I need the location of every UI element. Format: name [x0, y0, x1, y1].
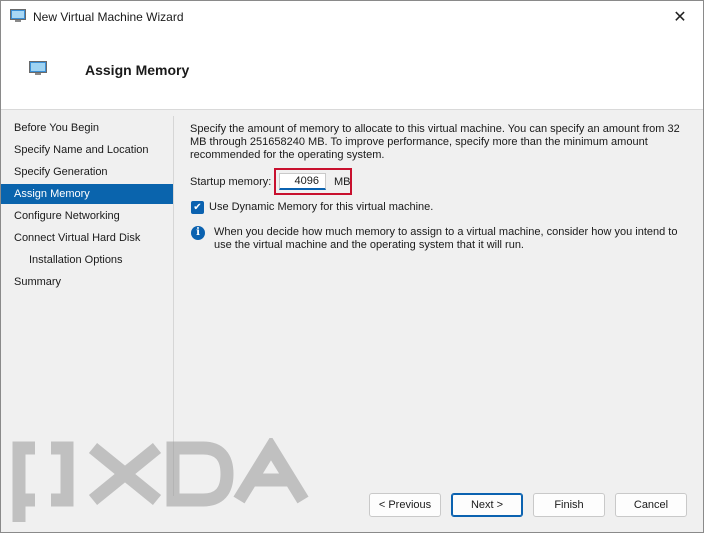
info-text: When you decide how much memory to assig…: [214, 226, 678, 251]
sidebar-item-specify-name-location[interactable]: Specify Name and Location: [1, 140, 173, 160]
startup-memory-label: Startup memory:: [190, 176, 272, 188]
sidebar-item-summary[interactable]: Summary: [1, 272, 173, 292]
sidebar-item-before-you-begin[interactable]: Before You Begin: [1, 118, 173, 138]
monitor-icon: [10, 9, 26, 22]
dynamic-memory-label[interactable]: Use Dynamic Memory for this virtual mach…: [209, 201, 433, 214]
monitor-icon: [29, 61, 47, 75]
close-icon: ✕: [673, 9, 687, 26]
page-title: Assign Memory: [85, 62, 190, 78]
previous-button[interactable]: < Previous: [369, 493, 441, 517]
checkmark-icon: ✔: [193, 202, 202, 213]
sidebar-item-assign-memory[interactable]: Assign Memory: [1, 184, 173, 204]
finish-button[interactable]: Finish: [533, 493, 605, 517]
startup-memory-input[interactable]: [279, 173, 326, 190]
sidebar-item-specify-generation[interactable]: Specify Generation: [1, 162, 173, 182]
sidebar-item-configure-networking[interactable]: Configure Networking: [1, 206, 173, 226]
sidebar-item-connect-virtual-hard-disk[interactable]: Connect Virtual Hard Disk: [1, 228, 173, 248]
next-button[interactable]: Next >: [451, 493, 523, 517]
title-bar: New Virtual Machine Wizard ✕: [1, 1, 703, 33]
sidebar-item-installation-options[interactable]: Installation Options: [1, 250, 173, 270]
main-content: Specify the amount of memory to allocate…: [190, 123, 690, 251]
info-icon: i: [191, 226, 205, 240]
startup-memory-unit: MB: [334, 176, 351, 188]
close-button[interactable]: ✕: [657, 1, 703, 33]
window-title: New Virtual Machine Wizard: [33, 10, 184, 24]
description-text: Specify the amount of memory to allocate…: [190, 123, 680, 161]
cancel-button[interactable]: Cancel: [615, 493, 687, 517]
wizard-window: New Virtual Machine Wizard ✕ Assign Memo…: [0, 0, 704, 533]
xda-watermark-logo: [12, 438, 309, 522]
wizard-header: Assign Memory: [1, 33, 703, 110]
dynamic-memory-checkbox[interactable]: ✔: [191, 201, 204, 214]
